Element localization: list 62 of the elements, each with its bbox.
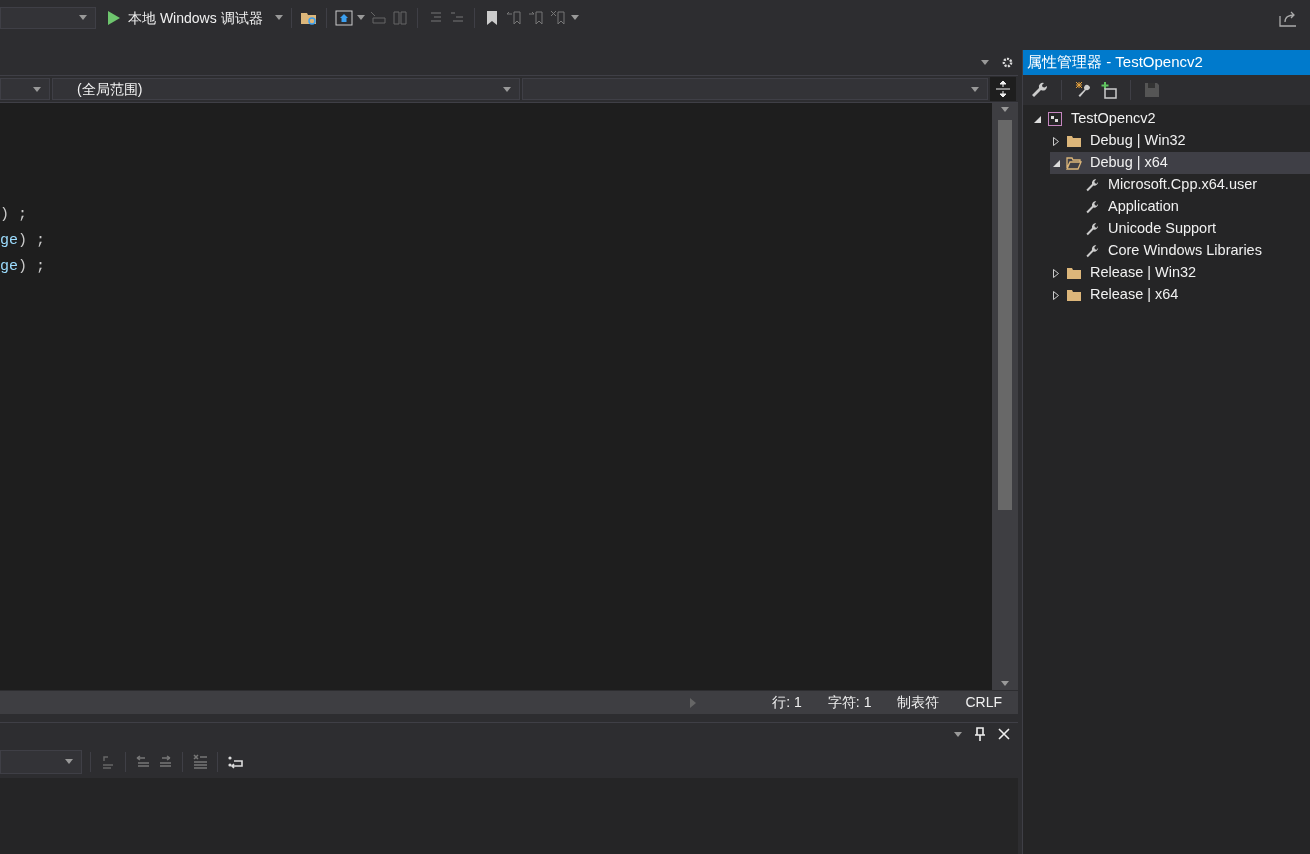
save-icon[interactable] bbox=[1143, 81, 1161, 99]
tree-item[interactable]: Application bbox=[1069, 196, 1310, 218]
tree-item[interactable]: Unicode Support bbox=[1069, 218, 1310, 240]
wrench-icon bbox=[1085, 221, 1100, 237]
dropdown-caret-icon bbox=[503, 86, 511, 92]
scope-dropdown[interactable]: (全局范围) bbox=[52, 78, 520, 100]
indent-indicator[interactable]: 制表符 bbox=[897, 692, 940, 713]
tree-item[interactable]: Core Windows Libraries bbox=[1069, 240, 1310, 262]
split-window-button[interactable] bbox=[990, 77, 1016, 101]
dropdown-caret-icon bbox=[971, 86, 979, 92]
vertical-scrollbar[interactable] bbox=[992, 103, 1018, 690]
open-folder-icon bbox=[1066, 156, 1082, 170]
tree-item[interactable]: Release | x64 bbox=[1050, 284, 1310, 306]
scroll-up-icon bbox=[1001, 107, 1009, 112]
expand-arrow-icon[interactable] bbox=[1053, 268, 1059, 278]
wrench-icon bbox=[1085, 199, 1100, 215]
add-sheet-icon[interactable] bbox=[1100, 81, 1118, 99]
code-line: ge) ; bbox=[0, 257, 47, 277]
next-bookmark-icon[interactable] bbox=[526, 8, 545, 27]
folder-icon bbox=[1066, 288, 1082, 302]
char-indicator[interactable]: 字符: 1 bbox=[827, 692, 872, 713]
clear-all-icon[interactable] bbox=[191, 752, 209, 771]
scroll-down-icon bbox=[1001, 681, 1009, 686]
code-line: ge) ; bbox=[0, 231, 47, 251]
wrench-icon[interactable] bbox=[1031, 81, 1049, 99]
close-icon[interactable] bbox=[998, 728, 1010, 740]
scroll-right-icon[interactable] bbox=[690, 697, 697, 708]
settings-icon[interactable] bbox=[1001, 56, 1014, 69]
dropdown-caret-icon bbox=[274, 15, 283, 20]
expand-arrow-icon[interactable] bbox=[1053, 290, 1059, 300]
new-property-sheet-icon[interactable] bbox=[1074, 81, 1092, 99]
dropdown-caret-icon bbox=[33, 86, 41, 92]
tree-item[interactable]: Release | Win32 bbox=[1050, 262, 1310, 284]
tree-item[interactable]: Debug | Win32 bbox=[1050, 130, 1310, 152]
line-ending-indicator[interactable]: CRLF bbox=[965, 692, 1002, 713]
clear-bookmark-icon[interactable] bbox=[548, 8, 567, 27]
window-menu-caret-icon bbox=[954, 731, 962, 737]
expand-arrow-icon[interactable] bbox=[1053, 136, 1059, 146]
collapse-arrow-icon[interactable] bbox=[1052, 159, 1060, 167]
collapse-arrow-icon[interactable] bbox=[1033, 115, 1041, 123]
overflow-caret-icon bbox=[570, 15, 579, 20]
folder-icon bbox=[1066, 134, 1082, 148]
start-debugger-button[interactable]: 本地 Windows 调试器 bbox=[100, 5, 271, 30]
split-icon bbox=[996, 81, 1010, 97]
dropdown-caret-icon bbox=[65, 759, 73, 764]
panel-title-bar[interactable]: 属性管理器 - TestOpencv2 bbox=[1023, 50, 1310, 75]
window-menu-caret-icon bbox=[981, 60, 989, 65]
line-indicator[interactable]: 行: 1 bbox=[772, 692, 802, 713]
code-line: ) ; bbox=[0, 205, 29, 225]
pin-icon[interactable] bbox=[974, 727, 986, 741]
tree-item[interactable]: TestOpencv2 bbox=[1031, 108, 1310, 130]
project-icon bbox=[1047, 111, 1063, 127]
tree-item[interactable]: Microsoft.Cpp.x64.user bbox=[1069, 174, 1310, 196]
play-icon bbox=[108, 10, 120, 25]
dropdown-caret-icon bbox=[79, 15, 87, 20]
wrench-icon bbox=[1085, 243, 1100, 259]
home-window-icon[interactable] bbox=[334, 8, 353, 27]
columns-icon[interactable] bbox=[390, 8, 409, 27]
wrench-icon bbox=[1085, 177, 1100, 193]
tree-item[interactable]: Debug | x64 bbox=[1050, 152, 1310, 174]
folder-icon bbox=[1066, 266, 1082, 280]
overflow-caret-icon bbox=[356, 15, 365, 20]
